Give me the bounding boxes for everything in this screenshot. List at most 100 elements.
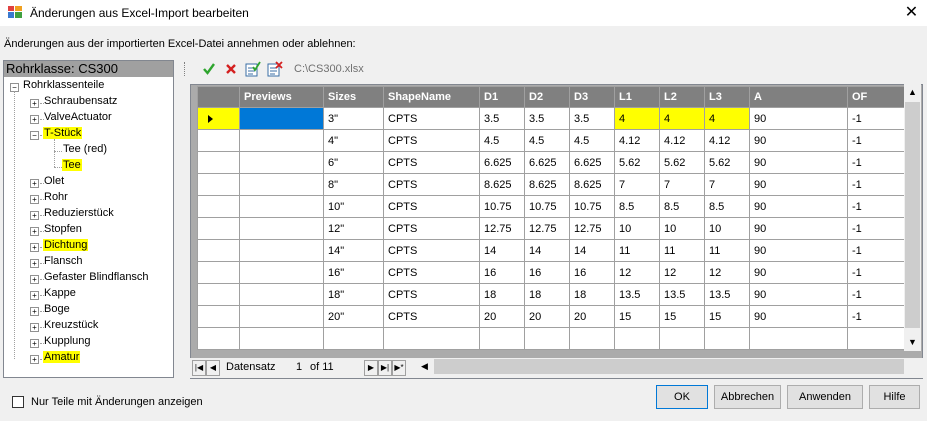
horizontal-scrollbar[interactable]: ◀ [416, 358, 904, 375]
table-cell[interactable]: 10.75 [569, 195, 615, 218]
accept-all-icon[interactable] [244, 60, 262, 78]
table-cell[interactable] [239, 305, 324, 328]
expand-icon[interactable]: + [30, 323, 39, 332]
expand-icon[interactable]: + [30, 307, 39, 316]
table-cell[interactable]: 90 [749, 261, 848, 284]
table-cell[interactable]: 12.75 [479, 217, 525, 240]
table-cell[interactable]: 15 [659, 305, 705, 328]
reject-all-icon[interactable] [266, 60, 284, 78]
table-cell[interactable]: 90 [749, 305, 848, 328]
table-cell[interactable]: 4.12 [614, 129, 660, 152]
table-cell[interactable] [239, 261, 324, 284]
tree-view[interactable]: − Rohrklassenteile + Schraubensatz + ValveAct… [4, 77, 173, 377]
table-cell[interactable] [239, 195, 324, 218]
table-cell[interactable] [239, 129, 324, 152]
next-record-icon[interactable]: ▶ [364, 360, 378, 376]
table-cell[interactable]: 4 [704, 107, 750, 130]
table-cell[interactable]: 12.75 [569, 217, 615, 240]
scroll-thumb[interactable] [905, 102, 920, 328]
table-cell[interactable]: 8.5 [659, 195, 705, 218]
column-header-previews[interactable]: Previews [239, 86, 324, 108]
table-cell[interactable] [239, 283, 324, 306]
table-cell[interactable]: -1 [847, 283, 913, 306]
tree-item[interactable]: Olet [43, 175, 65, 187]
table-cell[interactable]: 14 [524, 239, 570, 262]
tree-root-label[interactable]: Rohrklassenteile [22, 79, 105, 91]
row-header[interactable] [197, 239, 240, 262]
last-record-icon[interactable]: ▶| [378, 360, 392, 376]
tree-item[interactable]: Rohr [43, 191, 69, 203]
table-cell[interactable]: CPTS [383, 151, 480, 174]
table-cell[interactable]: CPTS [383, 173, 480, 196]
row-header[interactable] [197, 305, 240, 328]
table-row[interactable]: 4" CPTS 4.5 4.5 4.5 4.12 4.12 4.12 90 -1 [197, 129, 913, 152]
tree-item[interactable]: ValveActuator [43, 111, 113, 123]
table-cell[interactable]: 16 [569, 261, 615, 284]
column-header-sizes[interactable]: Sizes [323, 86, 384, 108]
table-cell[interactable]: 11 [614, 239, 660, 262]
table-cell[interactable]: CPTS [383, 217, 480, 240]
table-cell[interactable]: 3" [323, 107, 384, 130]
expand-icon[interactable]: + [30, 211, 39, 220]
table-cell[interactable]: 4.12 [659, 129, 705, 152]
table-cell[interactable]: 7 [659, 173, 705, 196]
table-cell[interactable]: -1 [847, 151, 913, 174]
tree-item[interactable]: T-Stück [43, 127, 83, 139]
column-header-d3[interactable]: D3 [569, 86, 615, 108]
table-cell[interactable]: CPTS [383, 305, 480, 328]
row-header[interactable] [197, 173, 240, 196]
table-cell[interactable]: 6.625 [479, 151, 525, 174]
changes-only-label[interactable]: Nur Teile mit Änderungen anzeigen [31, 396, 203, 408]
table-cell[interactable]: 4 [659, 107, 705, 130]
scroll-down-icon[interactable]: ▼ [904, 334, 921, 351]
table-cell[interactable]: 8.5 [614, 195, 660, 218]
apply-button[interactable]: Anwenden [787, 385, 863, 409]
table-cell[interactable]: 10 [614, 217, 660, 240]
table-cell[interactable]: 5.62 [704, 151, 750, 174]
table-cell[interactable]: CPTS [383, 283, 480, 306]
accept-icon[interactable] [200, 60, 218, 78]
tree-child-item[interactable]: Tee [62, 159, 82, 171]
table-cell[interactable]: 8.625 [569, 173, 615, 196]
table-cell[interactable]: 14 [479, 239, 525, 262]
table-cell[interactable]: 90 [749, 107, 848, 130]
table-cell[interactable]: 14" [323, 239, 384, 262]
table-cell[interactable] [239, 107, 324, 130]
table-cell[interactable]: 7 [704, 173, 750, 196]
collapse-icon[interactable]: − [30, 131, 39, 140]
table-cell[interactable]: CPTS [383, 239, 480, 262]
table-cell[interactable]: 8.625 [524, 173, 570, 196]
table-cell[interactable]: 90 [749, 239, 848, 262]
table-cell[interactable]: 10 [659, 217, 705, 240]
table-cell[interactable]: 8" [323, 173, 384, 196]
tree-item[interactable]: Amatur [43, 351, 81, 363]
table-cell[interactable]: 3.5 [524, 107, 570, 130]
expand-icon[interactable]: + [30, 243, 39, 252]
column-header-d1[interactable]: D1 [479, 86, 525, 108]
scroll-left-icon[interactable]: ◀ [416, 358, 433, 375]
table-cell[interactable]: -1 [847, 107, 913, 130]
table-cell[interactable]: 11 [659, 239, 705, 262]
table-cell[interactable]: 12 [704, 261, 750, 284]
tree-item[interactable]: Schraubensatz [43, 95, 118, 107]
table-cell[interactable]: 3.5 [479, 107, 525, 130]
table-cell[interactable]: -1 [847, 173, 913, 196]
column-header-a[interactable]: A [749, 86, 848, 108]
table-cell[interactable]: 5.62 [614, 151, 660, 174]
table-cell[interactable]: 90 [749, 129, 848, 152]
reject-icon[interactable] [222, 60, 240, 78]
previous-record-icon[interactable]: ◀ [206, 360, 220, 376]
table-cell[interactable]: 16 [479, 261, 525, 284]
table-cell[interactable]: 3.5 [569, 107, 615, 130]
table-cell[interactable]: 12 [659, 261, 705, 284]
column-header-l2[interactable]: L2 [659, 86, 705, 108]
table-cell[interactable] [239, 151, 324, 174]
row-header[interactable] [197, 151, 240, 174]
record-position[interactable]: 1 [296, 361, 302, 373]
table-cell[interactable]: 7 [614, 173, 660, 196]
table-cell[interactable]: 18 [569, 283, 615, 306]
table-cell[interactable]: 18 [524, 283, 570, 306]
table-cell[interactable]: 4.12 [704, 129, 750, 152]
column-header-shapename[interactable]: ShapeName [383, 86, 480, 108]
row-header[interactable] [197, 195, 240, 218]
